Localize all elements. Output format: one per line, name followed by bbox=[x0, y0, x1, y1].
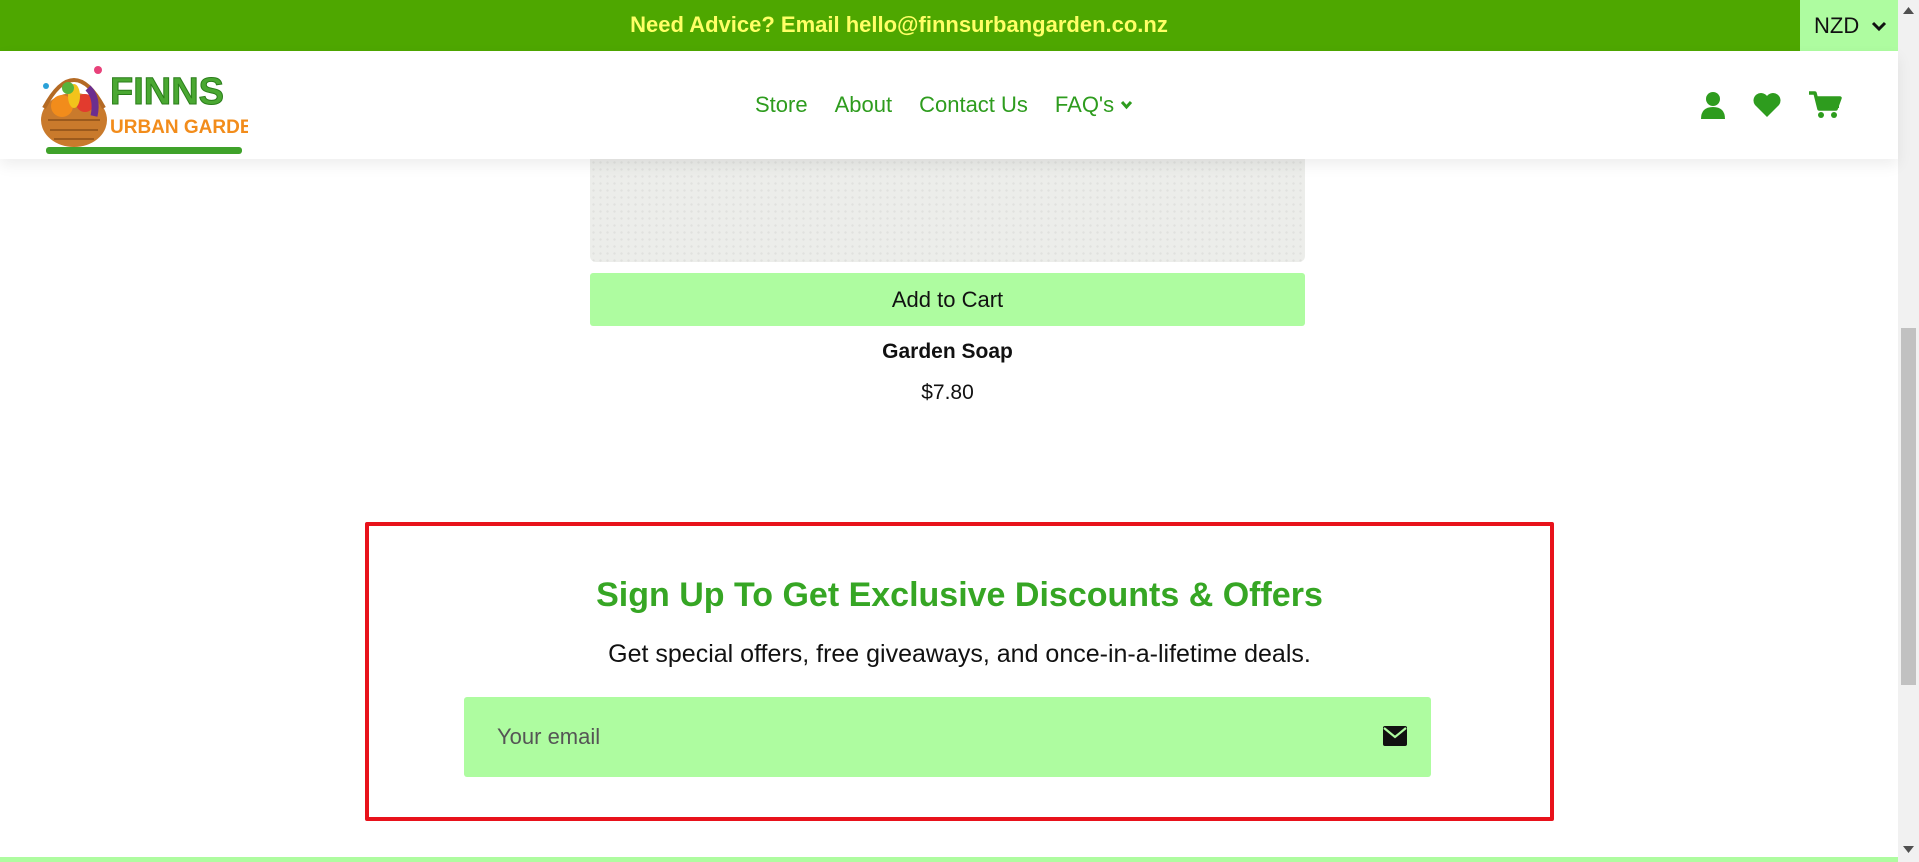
footer-strip bbox=[0, 857, 1898, 862]
site-header: FINNS URBAN GARDEN Store About Contact U… bbox=[0, 51, 1898, 159]
signup-title: Sign Up To Get Exclusive Discounts & Off… bbox=[596, 576, 1323, 614]
currency-selector[interactable]: NZD bbox=[1800, 0, 1898, 51]
chevron-down-icon bbox=[1872, 21, 1887, 31]
email-input[interactable] bbox=[464, 697, 1344, 777]
scrollbar[interactable] bbox=[1898, 0, 1919, 862]
logo-text-finns: FINNS bbox=[110, 71, 224, 113]
chevron-down-icon bbox=[1121, 100, 1133, 110]
finns-urban-garden-logo[interactable]: FINNS URBAN GARDEN bbox=[38, 58, 248, 156]
header-icons bbox=[1700, 51, 1842, 159]
product-price: $7.80 bbox=[921, 381, 974, 404]
scroll-down-icon[interactable] bbox=[1903, 846, 1914, 854]
envelope-icon[interactable] bbox=[1382, 725, 1408, 747]
nav-faqs-label: FAQ's bbox=[1054, 92, 1115, 117]
product-image[interactable] bbox=[590, 159, 1305, 262]
email-form bbox=[464, 697, 1431, 777]
product-name[interactable]: Garden Soap bbox=[590, 340, 1305, 364]
add-to-cart-button[interactable]: Add to Cart bbox=[590, 273, 1305, 326]
announcement-bar: Need Advice? Email hello@finnsurbangarde… bbox=[0, 0, 1898, 51]
main-nav: Store About Contact Us FAQ's bbox=[755, 51, 1133, 159]
nav-store[interactable]: Store bbox=[755, 92, 808, 118]
cart-icon[interactable] bbox=[1808, 91, 1842, 119]
user-icon[interactable] bbox=[1700, 91, 1726, 119]
scrollbar-thumb[interactable] bbox=[1901, 328, 1916, 685]
product-image-texture bbox=[590, 159, 1305, 262]
signup-subtitle: Get special offers, free giveaways, and … bbox=[608, 640, 1311, 668]
nav-contact-us[interactable]: Contact Us bbox=[919, 92, 1028, 118]
currency-label: NZD bbox=[1814, 12, 1860, 38]
nav-about[interactable]: About bbox=[835, 92, 893, 118]
nav-faqs[interactable]: FAQ's bbox=[1055, 92, 1133, 118]
scroll-up-icon[interactable] bbox=[1903, 6, 1914, 14]
heart-icon[interactable] bbox=[1752, 92, 1782, 118]
newsletter-signup: Sign Up To Get Exclusive Discounts & Off… bbox=[365, 522, 1554, 821]
announcement-message: Need Advice? Email hello@finnsurbangarde… bbox=[630, 12, 1168, 37]
logo-text-urban-garden: URBAN GARDEN bbox=[110, 117, 248, 138]
